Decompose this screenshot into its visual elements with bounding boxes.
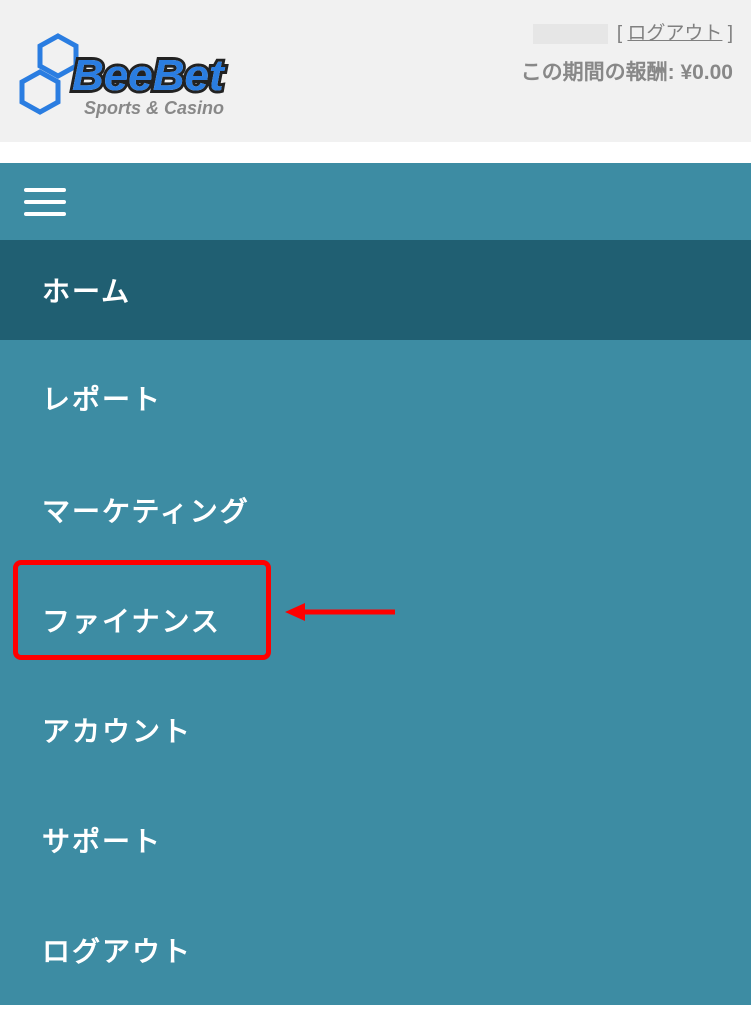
reward-label: この期間の報酬: — [521, 61, 675, 84]
header-bar: BeeBet BeeBet Sports & Casino [ ログアウト ] … — [0, 0, 751, 142]
svg-text:BeeBet: BeeBet — [72, 51, 226, 100]
nav-item-finance[interactable]: ファイナンス — [0, 565, 751, 675]
header-gap — [0, 142, 751, 163]
menu-bar — [0, 163, 751, 240]
logout-link[interactable]: ログアウト — [627, 23, 722, 44]
logout-block: [ ログアウト ] — [521, 20, 733, 49]
nav-item-account[interactable]: アカウント — [0, 675, 751, 785]
reward-line: この期間の報酬: ¥0.00 — [521, 57, 733, 89]
nav-item-report[interactable]: レポート — [0, 340, 751, 455]
nav-label: ログアウト — [42, 930, 192, 970]
nav-label: ホーム — [42, 270, 131, 310]
nav-item-logout[interactable]: ログアウト — [0, 895, 751, 1005]
nav-label: ファイナンス — [42, 600, 221, 640]
nav-item-support[interactable]: サポート — [0, 785, 751, 895]
bracket-open: [ — [617, 23, 628, 44]
nav-item-home[interactable]: ホーム — [0, 240, 751, 340]
nav-label: アカウント — [42, 710, 192, 750]
hamburger-icon[interactable] — [24, 188, 66, 216]
brand-logo: BeeBet BeeBet Sports & Casino — [18, 28, 263, 138]
header-right: [ ログアウト ] この期間の報酬: ¥0.00 — [521, 20, 733, 88]
nav-label: レポート — [42, 378, 162, 418]
nav-menu: ホーム レポート マーケティング ファイナンス アカウント サポート ログアウト — [0, 240, 751, 1005]
blurred-username — [533, 24, 608, 44]
nav-label: サポート — [42, 820, 162, 860]
nav-item-marketing[interactable]: マーケティング — [0, 455, 751, 565]
bracket-close: ] — [722, 23, 733, 44]
reward-value: ¥0.00 — [680, 61, 733, 84]
svg-text:Sports & Casino: Sports & Casino — [84, 98, 224, 118]
nav-label: マーケティング — [42, 490, 250, 530]
